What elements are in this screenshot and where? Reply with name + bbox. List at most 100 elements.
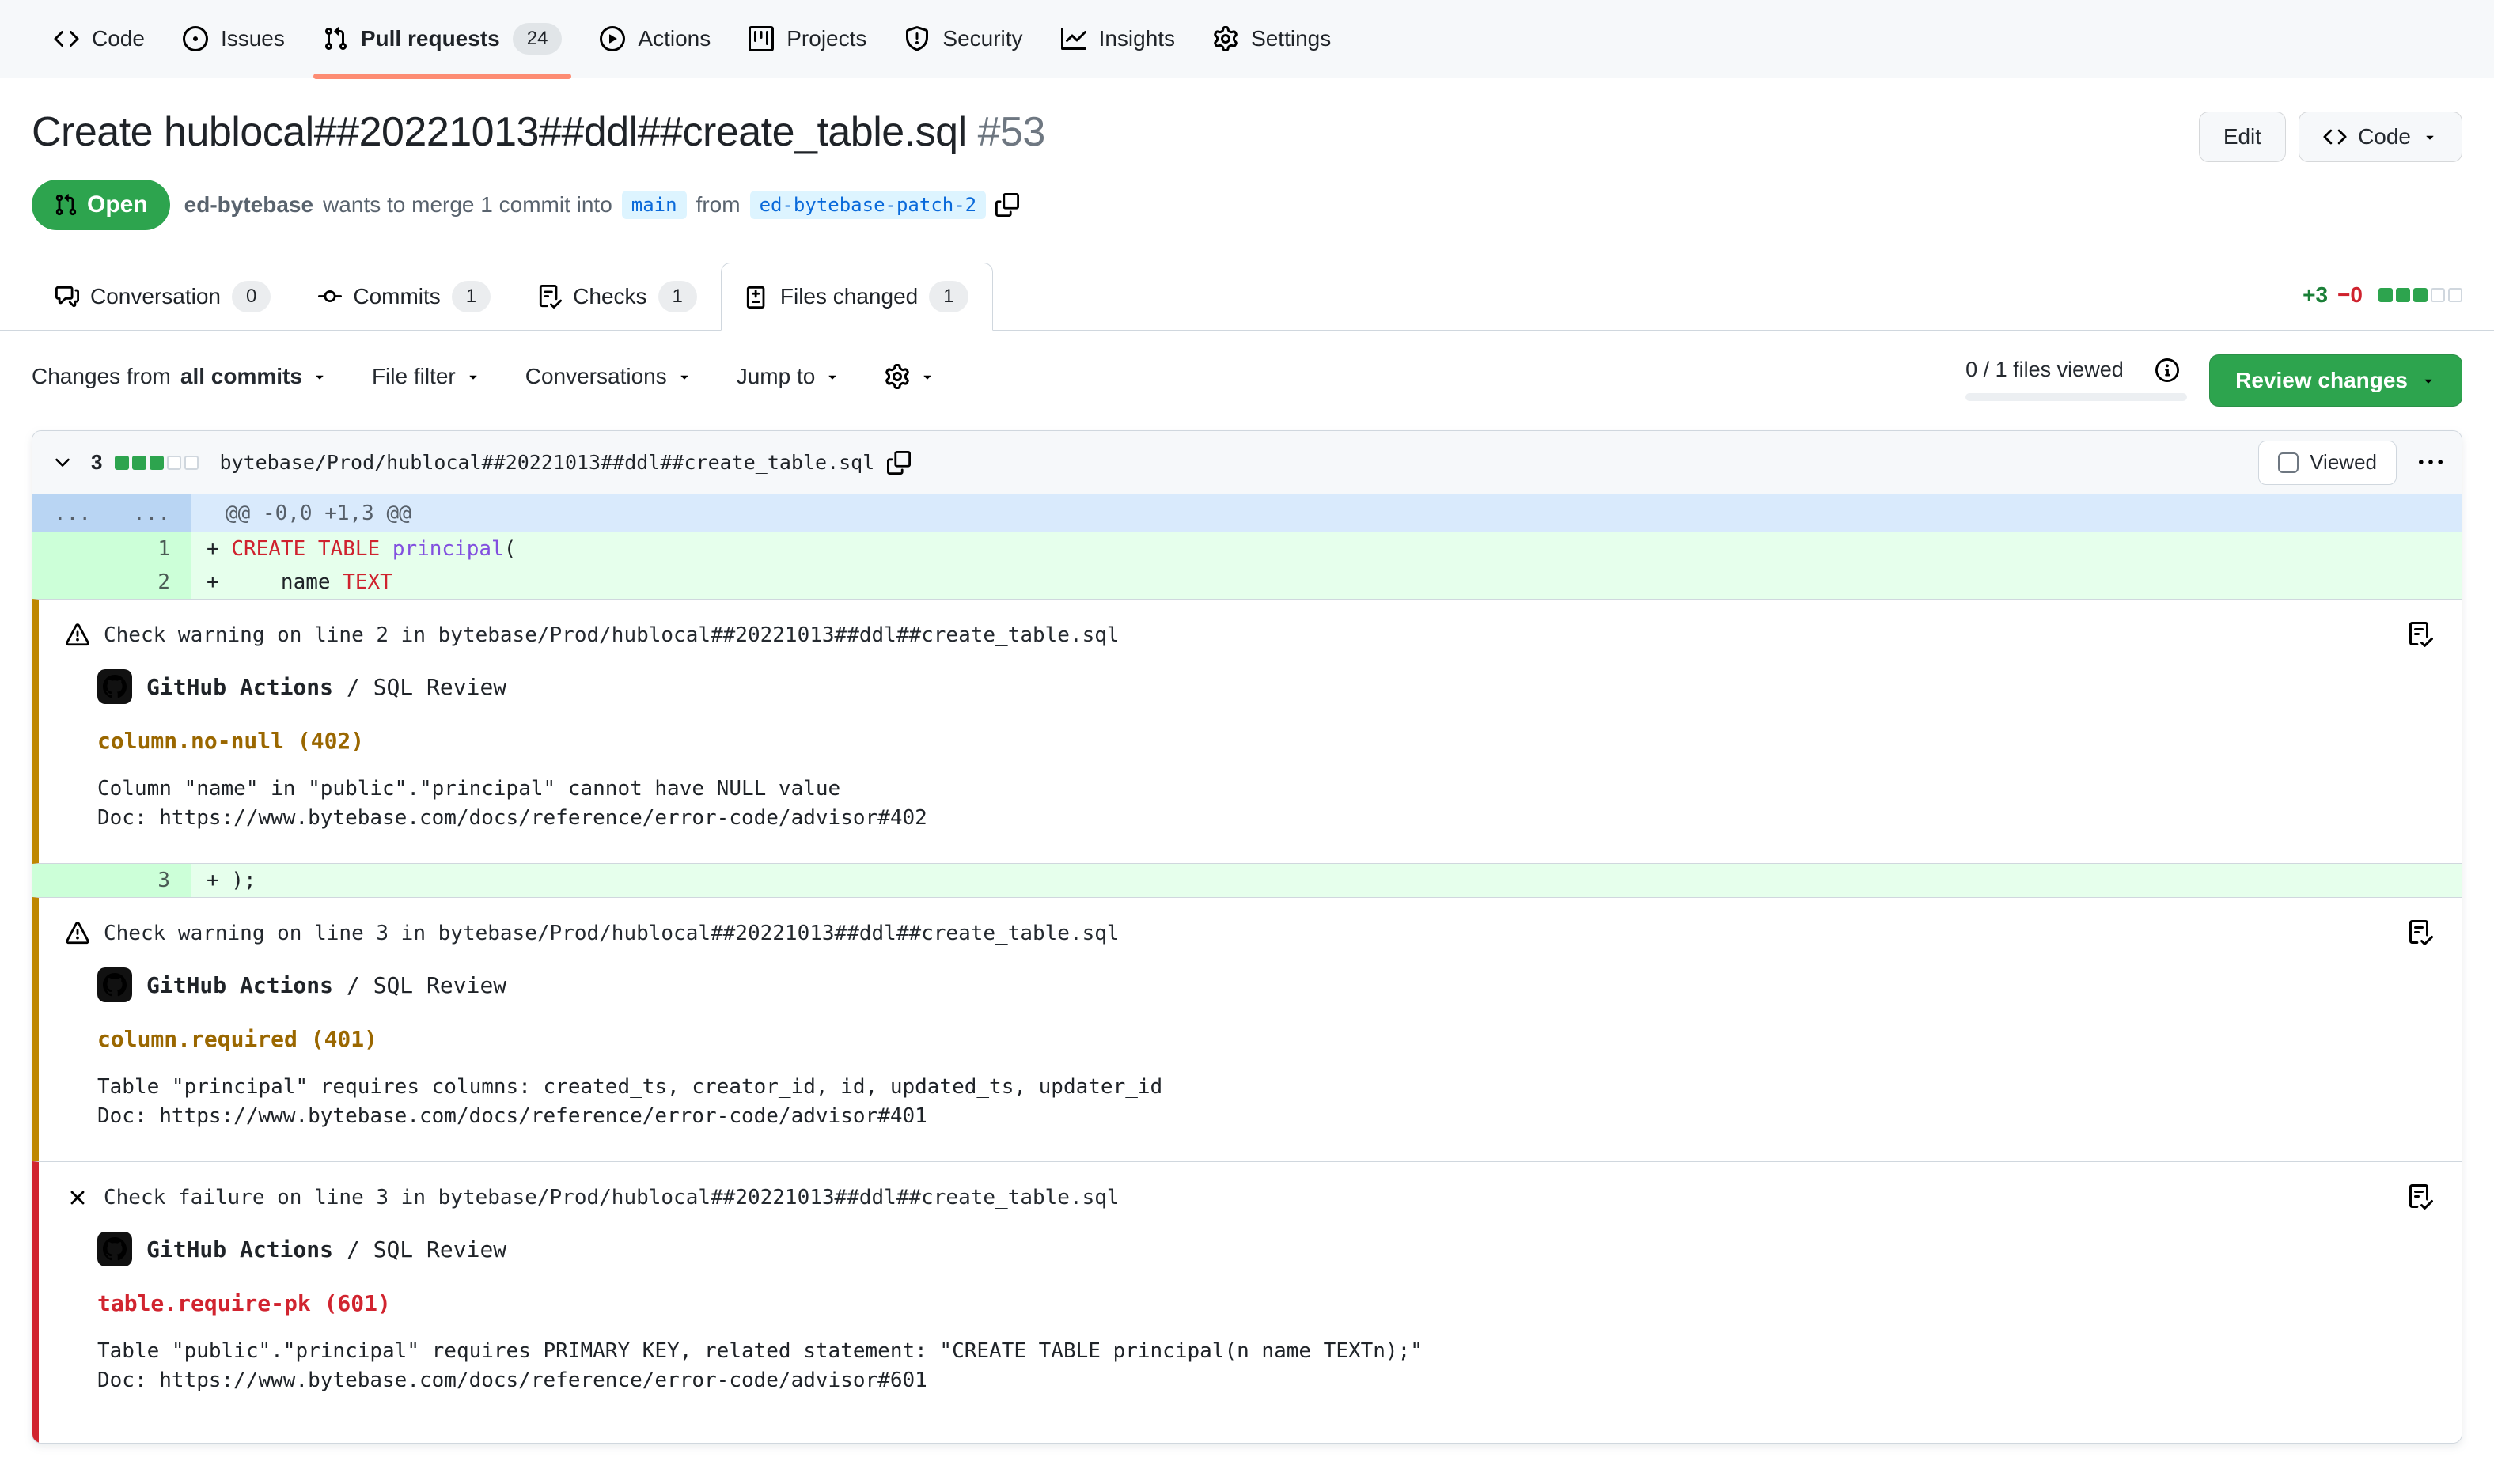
viewed-checkbox[interactable] <box>2278 452 2299 473</box>
file-path[interactable]: bytebase/Prod/hublocal##20221013##ddl##c… <box>219 451 874 474</box>
line-number-gutter[interactable]: 2 <box>32 566 191 599</box>
file-diff-icon <box>745 285 769 309</box>
nav-label: Actions <box>638 26 711 51</box>
annotation-app[interactable]: GitHub Actions <box>146 1236 333 1263</box>
octocat-icon <box>103 675 127 698</box>
nav-item-pull-requests[interactable]: Pull requests 24 <box>304 0 582 78</box>
pull-request-icon <box>54 193 78 217</box>
tab-count: 1 <box>658 281 697 312</box>
head-branch-label[interactable]: ed-bytebase-patch-2 <box>750 191 987 219</box>
nav-label: Insights <box>1099 26 1176 51</box>
diff-view: ... ... @@ -0,0 +1,3 @@ 1 + CREATE TABLE… <box>32 494 2462 1443</box>
nav-item-code[interactable]: Code <box>35 0 164 78</box>
file-diffstat-squares <box>115 456 199 470</box>
copy-icon[interactable] <box>995 193 1019 217</box>
annotation-rule: column.required (401) <box>97 1026 2430 1052</box>
from-text: from <box>696 192 741 218</box>
pr-number: #53 <box>978 109 1045 155</box>
pr-title: Create hublocal##20221013##ddl##create_t… <box>32 107 1045 158</box>
file-changes-count: 3 <box>91 450 102 475</box>
code-icon <box>54 26 79 51</box>
tab-files-changed[interactable]: Files changed 1 <box>721 263 993 331</box>
file-header: 3 bytebase/Prod/hublocal##20221013##ddl#… <box>32 431 2462 494</box>
nav-item-insights[interactable]: Insights <box>1042 0 1195 78</box>
github-actions-avatar[interactable] <box>97 669 132 704</box>
github-actions-avatar[interactable] <box>97 967 132 1002</box>
nav-item-security[interactable]: Security <box>885 0 1041 78</box>
checklist-icon[interactable] <box>2408 920 2433 945</box>
tab-commits[interactable]: Commits 1 <box>294 263 514 331</box>
conversations-dropdown[interactable]: Conversations <box>525 364 692 389</box>
files-toolbar: Changes from all commits File filter Con… <box>32 354 2462 407</box>
annotation-context: / SQL Review <box>333 972 506 998</box>
edit-button[interactable]: Edit <box>2199 112 2286 162</box>
edit-button-label: Edit <box>2223 124 2261 150</box>
annotation-rule: table.require-pk (601) <box>97 1290 2430 1316</box>
changes-from-dropdown[interactable]: Changes from all commits <box>32 364 328 389</box>
hunk-gutter-dots: ... <box>32 494 112 532</box>
tab-label: Checks <box>573 284 646 309</box>
diff-block-neutral <box>2448 288 2462 302</box>
tab-checks[interactable]: Checks 1 <box>514 263 721 331</box>
diff-block-added <box>115 456 129 470</box>
caret-down-icon <box>2422 129 2438 145</box>
octocat-icon <box>103 1237 127 1261</box>
diff-line-3[interactable]: 3 + ); <box>32 864 2462 897</box>
nav-item-issues[interactable]: Issues <box>164 0 304 78</box>
chevron-down-icon[interactable] <box>51 452 74 474</box>
additions-count: +3 <box>2303 282 2328 308</box>
annotation-app[interactable]: GitHub Actions <box>146 674 333 700</box>
code-icon <box>2323 125 2347 149</box>
line-number-gutter[interactable]: 3 <box>32 864 191 897</box>
jump-to-dropdown[interactable]: Jump to <box>737 364 841 389</box>
annotation-title: Check failure on line 3 in bytebase/Prod… <box>104 1186 1120 1210</box>
caret-down-icon <box>919 369 935 384</box>
jump-to-label: Jump to <box>737 364 816 389</box>
checklist-icon[interactable] <box>2408 622 2433 647</box>
kebab-menu-icon[interactable] <box>2419 451 2443 475</box>
conversations-label: Conversations <box>525 364 667 389</box>
code-dropdown-button[interactable]: Code <box>2299 112 2462 162</box>
review-changes-button[interactable]: Review changes <box>2209 354 2462 407</box>
annotation-app[interactable]: GitHub Actions <box>146 972 333 998</box>
changes-from-value: all commits <box>180 364 302 389</box>
pr-title-text: Create hublocal##20221013##ddl##create_t… <box>32 109 967 155</box>
tab-label: Conversation <box>90 284 221 309</box>
pull-request-icon <box>323 26 348 51</box>
deletions-count: −0 <box>2337 282 2363 308</box>
pr-author[interactable]: ed-bytebase <box>184 192 313 218</box>
nav-label: Projects <box>786 26 866 51</box>
info-icon[interactable] <box>2155 358 2179 382</box>
diff-line-2[interactable]: 2 + name TEXT <box>32 566 2462 599</box>
diff-settings-dropdown[interactable] <box>885 364 935 389</box>
tab-conversation[interactable]: Conversation 0 <box>32 263 294 331</box>
hunk-gutter[interactable]: ... ... <box>32 494 191 532</box>
nav-item-projects[interactable]: Projects <box>730 0 885 78</box>
base-branch-label[interactable]: main <box>622 191 687 219</box>
diff-block-added <box>132 456 146 470</box>
diffstat: +3 −0 <box>2303 282 2462 308</box>
graph-icon <box>1061 26 1086 51</box>
caret-down-icon <box>824 369 840 384</box>
checklist-icon <box>538 285 562 309</box>
github-actions-avatar[interactable] <box>97 1232 132 1266</box>
nav-item-actions[interactable]: Actions <box>581 0 730 78</box>
files-viewed-progress <box>1965 393 2187 401</box>
viewed-toggle[interactable]: Viewed <box>2258 441 2397 485</box>
check-annotation-warning-401: Check warning on line 3 in bytebase/Prod… <box>32 897 2462 1162</box>
line-code: + ); <box>191 864 2462 897</box>
diff-block-neutral <box>184 456 199 470</box>
play-icon <box>600 26 625 51</box>
annotation-rule: column.no-null (402) <box>97 728 2430 754</box>
warning-icon <box>66 922 89 945</box>
diff-line-1[interactable]: 1 + CREATE TABLE principal( <box>32 532 2462 566</box>
line-number-gutter[interactable]: 1 <box>32 532 191 566</box>
hunk-gutter-dots: ... <box>112 494 191 532</box>
file-filter-dropdown[interactable]: File filter <box>372 364 481 389</box>
checklist-icon[interactable] <box>2408 1184 2433 1210</box>
caret-down-icon <box>465 369 481 384</box>
copy-icon[interactable] <box>887 451 911 475</box>
nav-item-settings[interactable]: Settings <box>1194 0 1350 78</box>
caret-down-icon <box>2420 373 2436 388</box>
line-number: 1 <box>112 532 191 566</box>
